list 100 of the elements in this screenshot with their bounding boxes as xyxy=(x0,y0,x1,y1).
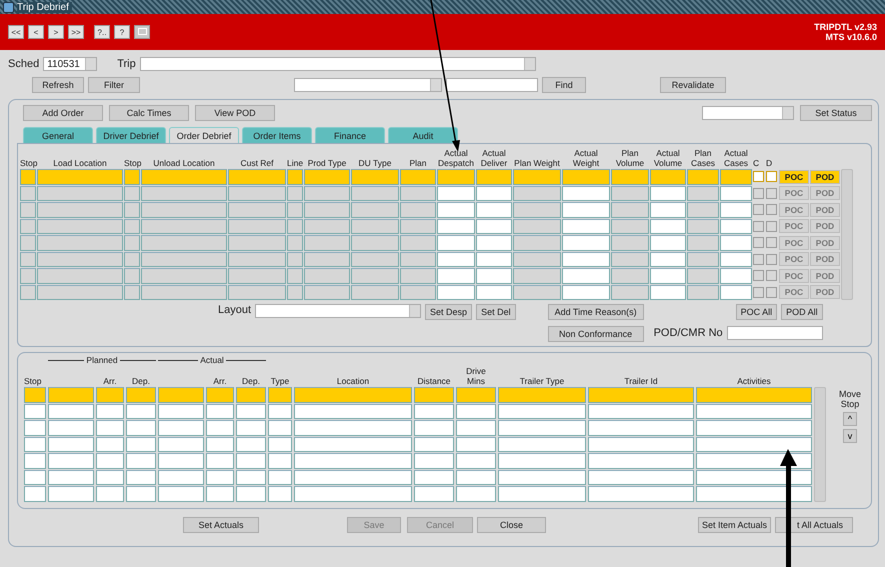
table-cell[interactable] xyxy=(414,436,454,452)
table-cell[interactable] xyxy=(158,404,204,419)
table-cell[interactable] xyxy=(562,218,610,234)
pod-cmr-field[interactable] xyxy=(726,326,823,340)
table-cell[interactable] xyxy=(37,252,123,267)
table-cell[interactable] xyxy=(720,218,752,234)
table-cell[interactable] xyxy=(687,186,719,201)
checkbox[interactable] xyxy=(753,171,764,182)
table-cell[interactable] xyxy=(400,186,436,201)
table-cell[interactable] xyxy=(696,470,812,485)
tab[interactable]: General xyxy=(23,127,93,143)
table-cell[interactable] xyxy=(687,252,719,267)
table-cell[interactable] xyxy=(351,268,399,284)
table-cell[interactable] xyxy=(696,453,812,468)
table-cell[interactable] xyxy=(437,235,475,250)
table-cell[interactable] xyxy=(287,252,303,267)
table-cell[interactable] xyxy=(588,470,694,485)
table-cell[interactable] xyxy=(476,284,512,300)
table-cell[interactable] xyxy=(588,453,694,468)
scrollbar[interactable] xyxy=(814,387,826,502)
table-cell[interactable] xyxy=(158,486,204,502)
table-cell[interactable] xyxy=(562,268,610,284)
table-cell[interactable] xyxy=(37,202,123,218)
checkbox[interactable] xyxy=(766,188,777,199)
table-cell[interactable] xyxy=(687,268,719,284)
search-dropdown[interactable] xyxy=(294,78,442,92)
table-cell[interactable] xyxy=(696,420,812,436)
table-cell[interactable] xyxy=(650,268,686,284)
table-cell[interactable] xyxy=(304,268,350,284)
table-cell[interactable] xyxy=(498,436,586,452)
table-cell[interactable] xyxy=(228,218,286,234)
table-cell[interactable] xyxy=(228,202,286,218)
table-cell[interactable] xyxy=(294,436,412,452)
revalidate-button[interactable]: Revalidate xyxy=(660,77,726,93)
table-cell[interactable] xyxy=(268,404,292,419)
table-cell[interactable] xyxy=(141,268,227,284)
table-cell[interactable] xyxy=(400,284,436,300)
table-cell[interactable] xyxy=(304,252,350,267)
table-cell[interactable] xyxy=(414,486,454,502)
checkbox[interactable] xyxy=(766,270,777,282)
table-cell[interactable] xyxy=(611,284,649,300)
table-cell[interactable] xyxy=(513,218,561,234)
pod-button[interactable]: POD xyxy=(810,170,840,184)
table-cell[interactable] xyxy=(498,387,586,402)
action-button[interactable]: View POD xyxy=(195,105,275,121)
set-desp-button[interactable]: Set Desp xyxy=(425,304,472,320)
table-cell[interactable] xyxy=(20,268,36,284)
table-cell[interactable] xyxy=(687,202,719,218)
table-cell[interactable] xyxy=(498,470,586,485)
tab[interactable]: Audit xyxy=(388,127,458,143)
table-cell[interactable] xyxy=(687,218,719,234)
table-cell[interactable] xyxy=(294,470,412,485)
table-cell[interactable] xyxy=(720,202,752,218)
toolbar-button[interactable]: ?.. xyxy=(94,25,110,39)
checkbox[interactable] xyxy=(753,237,764,248)
table-cell[interactable] xyxy=(437,218,475,234)
table-cell[interactable] xyxy=(588,436,694,452)
table-cell[interactable] xyxy=(720,235,752,250)
table-cell[interactable] xyxy=(268,436,292,452)
table-cell[interactable] xyxy=(720,252,752,267)
table-cell[interactable] xyxy=(437,169,475,184)
checkbox[interactable] xyxy=(766,204,777,216)
table-cell[interactable] xyxy=(687,284,719,300)
table-cell[interactable] xyxy=(611,235,649,250)
table-cell[interactable] xyxy=(304,186,350,201)
table-cell[interactable] xyxy=(158,420,204,436)
table-cell[interactable] xyxy=(650,284,686,300)
table-cell[interactable] xyxy=(268,420,292,436)
table-cell[interactable] xyxy=(20,284,36,300)
table-cell[interactable] xyxy=(37,268,123,284)
table-cell[interactable] xyxy=(437,268,475,284)
table-cell[interactable] xyxy=(720,169,752,184)
checkbox[interactable] xyxy=(753,254,764,265)
table-cell[interactable] xyxy=(48,436,94,452)
checkbox[interactable] xyxy=(753,188,764,199)
table-cell[interactable] xyxy=(206,404,234,419)
table-cell[interactable] xyxy=(304,284,350,300)
table-cell[interactable] xyxy=(351,202,399,218)
table-cell[interactable] xyxy=(206,387,234,402)
toolbar-button[interactable]: ? xyxy=(114,25,130,39)
table-cell[interactable] xyxy=(414,470,454,485)
table-cell[interactable] xyxy=(236,486,266,502)
table-cell[interactable] xyxy=(513,252,561,267)
table-cell[interactable] xyxy=(562,252,610,267)
table-cell[interactable] xyxy=(141,252,227,267)
move-up-button[interactable]: ^ xyxy=(843,412,857,426)
table-cell[interactable] xyxy=(124,268,140,284)
tab[interactable]: Order Debrief xyxy=(169,127,239,143)
table-cell[interactable] xyxy=(124,169,140,184)
table-cell[interactable] xyxy=(37,235,123,250)
table-cell[interactable] xyxy=(611,268,649,284)
table-cell[interactable] xyxy=(141,186,227,201)
table-cell[interactable] xyxy=(48,470,94,485)
table-cell[interactable] xyxy=(287,202,303,218)
table-cell[interactable] xyxy=(287,268,303,284)
table-cell[interactable] xyxy=(206,470,234,485)
table-cell[interactable] xyxy=(720,186,752,201)
table-cell[interactable] xyxy=(588,486,694,502)
set-del-button[interactable]: Set Del xyxy=(476,304,516,320)
table-cell[interactable] xyxy=(414,404,454,419)
